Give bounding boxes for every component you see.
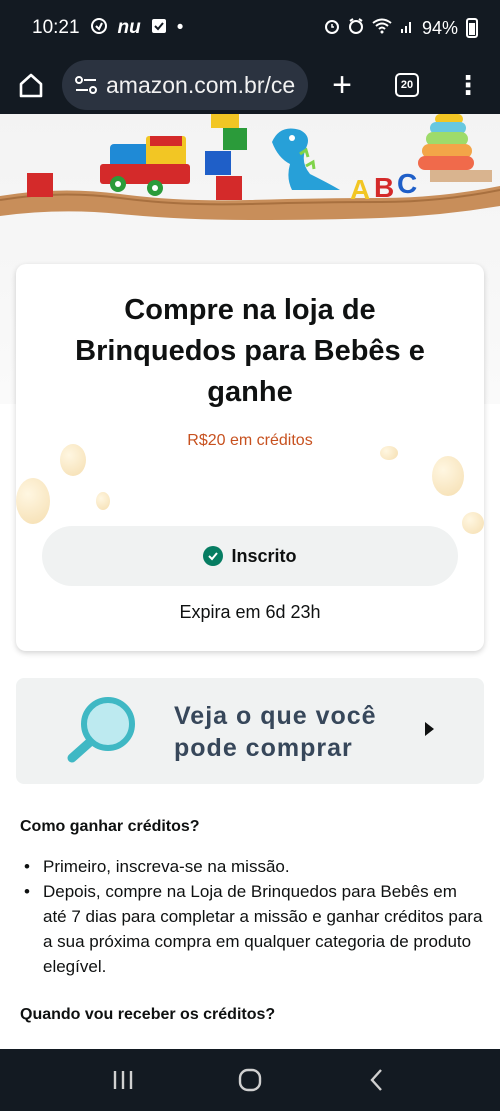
magnifier-icon [67, 697, 135, 763]
tab-switcher-button[interactable]: 20 [376, 56, 438, 114]
signal-icon [400, 18, 414, 39]
coin-decoration [16, 478, 50, 524]
check-circle-icon [203, 546, 224, 566]
address-bar[interactable]: amazon.com.br/ce [62, 60, 308, 110]
alarm-clock-icon [324, 18, 340, 39]
enrolled-label: Inscrito [231, 545, 297, 566]
enrolled-button[interactable]: Inscrito [42, 526, 458, 586]
home-button[interactable] [0, 56, 62, 114]
checkbox-notification-icon [151, 18, 167, 39]
back-button[interactable] [347, 1055, 407, 1105]
browser-menu-button[interactable]: ⋮ [438, 56, 498, 114]
hero-letter-c: C [397, 168, 418, 199]
home-icon [19, 73, 43, 98]
home-nav-button[interactable] [220, 1055, 280, 1105]
list-item: Primeiro, inscreva-se na missão. [20, 854, 485, 879]
status-bar: 10:21 nu • 94% [0, 0, 500, 56]
tab-count: 20 [395, 73, 419, 97]
promo-title: Compre na loja de Brinquedos para Bebês … [75, 294, 425, 408]
hero-letter-b: B [374, 172, 395, 203]
page-content: A B C Compre na loja de Brinquedos para … [0, 114, 500, 1049]
notification-dot: • [176, 17, 184, 38]
expiration-text: Expira em 6d 23h [179, 602, 321, 622]
how-to-earn-heading: Como ganhar créditos? [20, 818, 200, 835]
hero-letter-a: A [350, 174, 371, 205]
shop-banner-line1: Veja o que você [174, 702, 377, 730]
coin-decoration [462, 512, 484, 534]
shop-banner-line2: pode comprar [174, 734, 353, 762]
shop-now-banner[interactable]: Veja o que você pode comprar [16, 678, 484, 784]
nubank-icon: nu [117, 17, 141, 38]
nfc-icon [90, 17, 108, 40]
home-circle-icon [238, 1068, 262, 1092]
plus-icon: + [332, 65, 352, 104]
recent-apps-button[interactable] [93, 1055, 153, 1105]
arrow-right-icon [425, 722, 434, 736]
list-item: Depois, compre na Loja de Brinquedos par… [20, 879, 485, 979]
battery-icon [466, 18, 478, 38]
recent-apps-icon [114, 1071, 133, 1089]
shop-banner-text: Veja o que você pode comprar [174, 700, 377, 764]
reward-amount: R$20 em créditos [187, 432, 313, 449]
back-chevron-icon [370, 1069, 382, 1091]
mission-card: Compre na loja de Brinquedos para Bebês … [16, 264, 484, 651]
alarm-icon [348, 17, 364, 39]
how-to-earn-list: Primeiro, inscreva-se na missão. Depois,… [20, 854, 485, 979]
coin-decoration [432, 456, 464, 496]
browser-toolbar: amazon.com.br/ce + 20 ⋮ [0, 56, 500, 114]
battery-percent: 94% [421, 17, 458, 38]
wifi-icon [372, 18, 392, 39]
system-nav-bar [0, 1049, 500, 1111]
new-tab-button[interactable]: + [308, 56, 376, 114]
more-vert-icon: ⋮ [455, 69, 481, 100]
status-time: 10:21 [32, 17, 80, 38]
site-settings-icon[interactable] [74, 75, 98, 95]
when-credits-heading: Quando vou receber os créditos? [20, 1006, 276, 1023]
coin-decoration [96, 492, 110, 510]
url-text[interactable]: amazon.com.br/ce [106, 72, 295, 99]
